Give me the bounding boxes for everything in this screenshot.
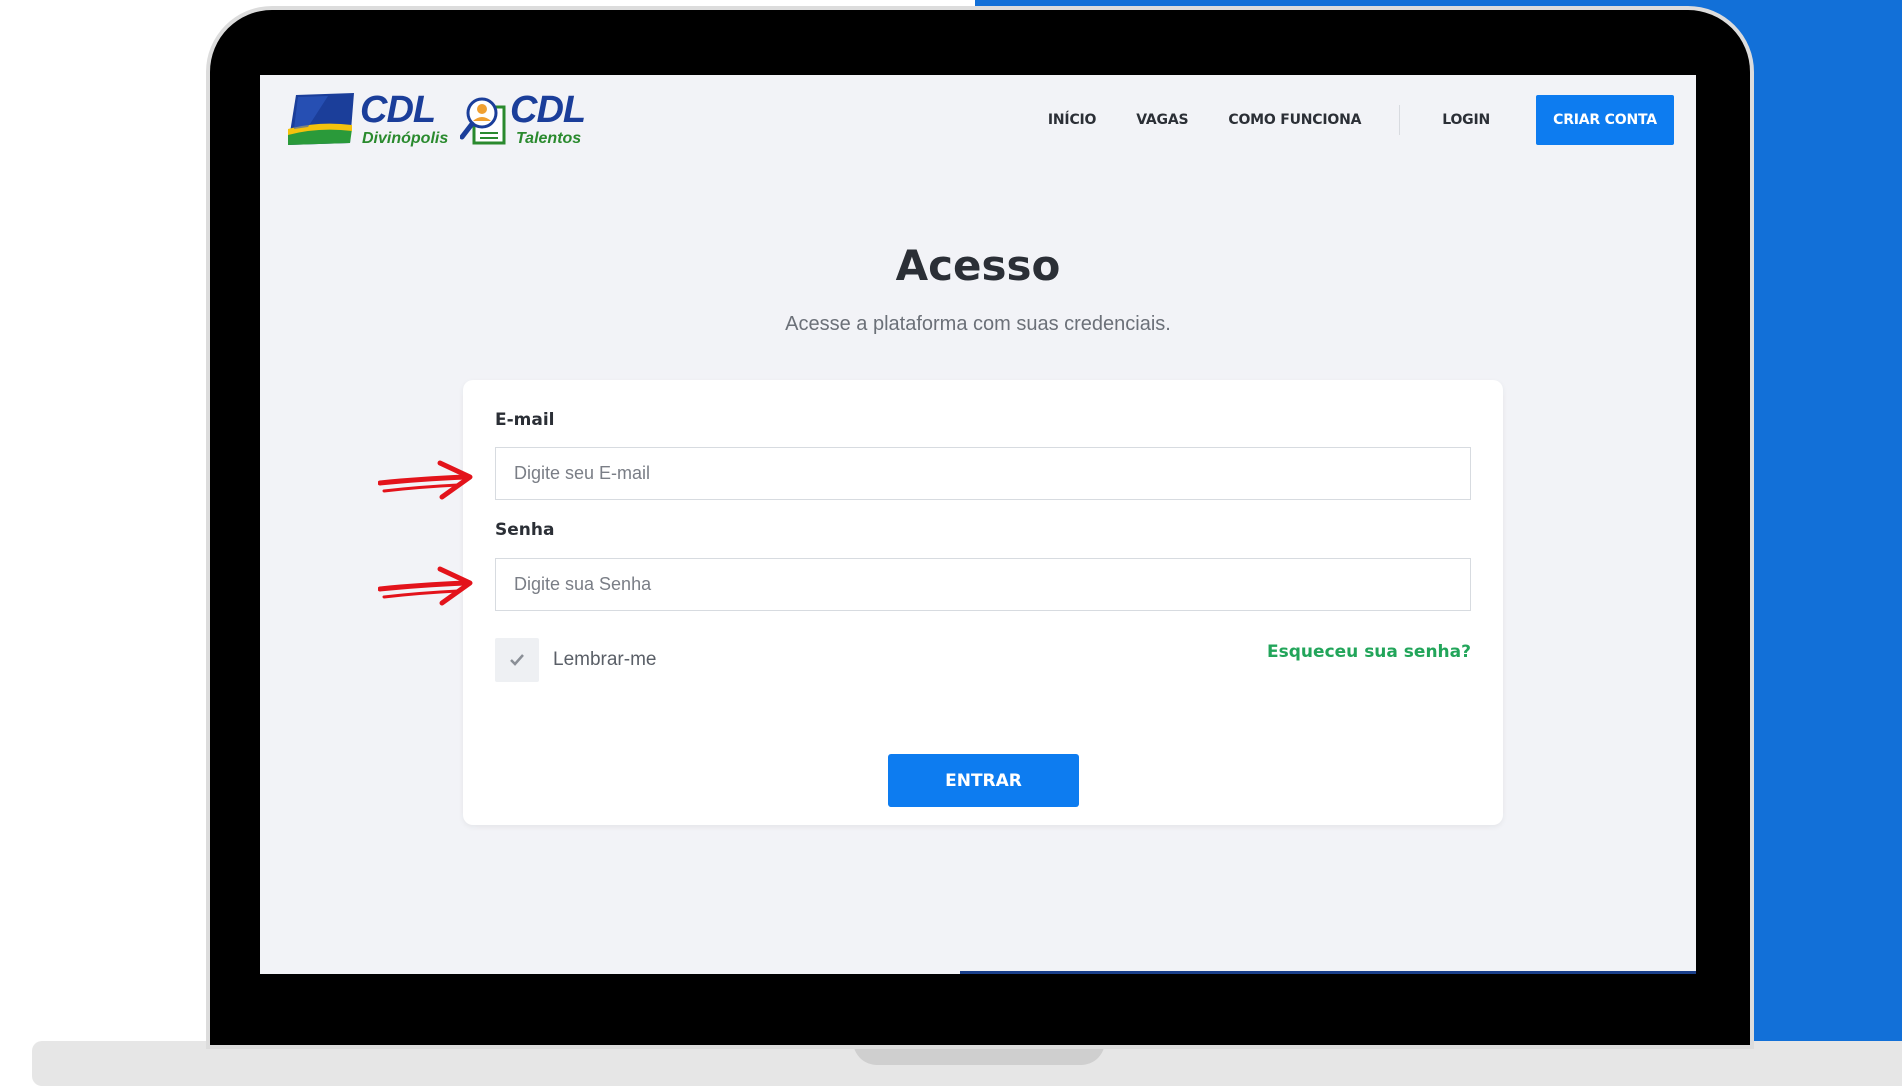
cdl-talentos-logo[interactable]: CDL Talentos <box>460 89 595 147</box>
nav-divider <box>1399 105 1401 135</box>
red-arrow-icon <box>378 566 473 606</box>
nav-inicio[interactable]: INÍCIO <box>1048 112 1097 128</box>
logo-main-text: CDL <box>360 89 436 131</box>
page-subtitle: Acesse a plataforma com suas credenciais… <box>785 313 1171 335</box>
remember-me-checkbox[interactable] <box>495 638 539 682</box>
remember-me-label: Lembrar-me <box>553 649 657 670</box>
password-label: Senha <box>495 520 555 540</box>
create-account-button[interactable]: CRIAR CONTA <box>1536 95 1674 145</box>
forgot-password-link[interactable]: Esqueceu sua senha? <box>1267 642 1471 662</box>
red-arrow-icon <box>378 460 473 500</box>
cdl-divinopolis-logo[interactable]: CDL Divinópolis <box>288 89 453 147</box>
screen-bottom-accent <box>960 971 1696 974</box>
browser-screen: CDL Divinópolis CDL Talentos INÍCIO VAGA… <box>260 75 1696 974</box>
logo-sub-text: Divinópolis <box>362 130 449 147</box>
nav-como-funciona[interactable]: COMO FUNCIONA <box>1228 112 1361 128</box>
login-submit-button[interactable]: ENTRAR <box>888 754 1079 807</box>
checkmark-icon <box>510 654 524 666</box>
nav-login[interactable]: LOGIN <box>1442 112 1490 128</box>
page-title: Acesso <box>895 241 1061 290</box>
logo-main-text: CDL <box>510 89 586 131</box>
cdl-flag-icon <box>288 93 354 145</box>
email-input[interactable] <box>495 447 1471 500</box>
logo-sub-text: Talentos <box>516 130 582 147</box>
login-card: E-mail Senha Lembrar-me Esqueceu sua sen… <box>463 380 1503 825</box>
top-navigation: INÍCIO VAGAS COMO FUNCIONA LOGIN CRIAR C… <box>1008 95 1674 145</box>
talent-search-icon <box>460 97 506 145</box>
nav-vagas[interactable]: VAGAS <box>1136 112 1188 128</box>
password-input[interactable] <box>495 558 1471 611</box>
email-label: E-mail <box>495 410 555 430</box>
